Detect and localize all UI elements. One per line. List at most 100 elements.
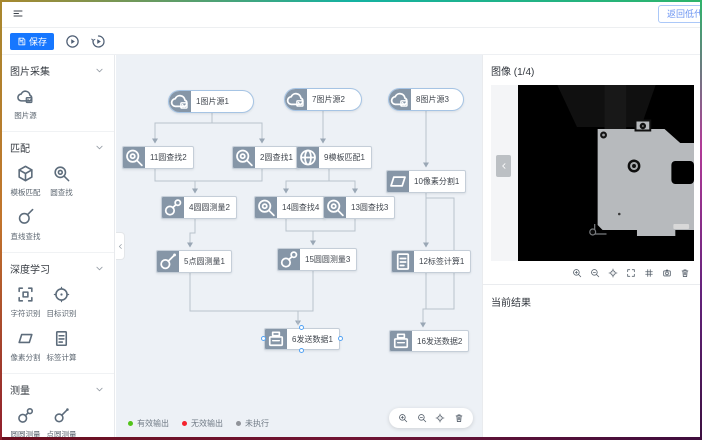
sidebar-section-header[interactable]: 测量 xyxy=(10,381,104,397)
image-toolbar xyxy=(483,261,702,285)
segment-icon xyxy=(16,329,35,348)
sidebar-item-label: 点圆测量 xyxy=(47,429,77,437)
circle-search-icon xyxy=(255,197,277,218)
cube-icon xyxy=(16,164,35,183)
circle-search-icon xyxy=(324,197,346,218)
selection-handle[interactable] xyxy=(338,336,343,341)
line-search-icon xyxy=(16,208,35,227)
flow-node[interactable]: 8图片源3 xyxy=(388,88,464,111)
toolbar: 保存 xyxy=(0,28,702,55)
node-label: 8图片源3 xyxy=(411,89,455,110)
zoom-in-icon[interactable] xyxy=(572,268,582,278)
chevron-left-icon xyxy=(117,243,124,250)
flow-node[interactable]: 2圆查找1 xyxy=(232,146,300,169)
sidebar-collapse-handle[interactable] xyxy=(116,232,125,260)
grid-icon[interactable] xyxy=(644,268,654,278)
flow-node[interactable]: 1图片源1 xyxy=(168,90,254,113)
zoom-out-icon[interactable] xyxy=(590,268,600,278)
run-button[interactable] xyxy=(65,34,80,49)
sidebar-item-label: 圆圆测量 xyxy=(11,429,41,437)
node-label: 4圆圆测量2 xyxy=(184,197,236,218)
flow-node[interactable]: 6发送数据1 xyxy=(264,328,340,350)
flow-canvas[interactable]: 1图片源1 7图片源2 8图片源3 11圆查找2 2圆查找1 9模板匹配1 10像素分割1 4… xyxy=(116,55,482,437)
flow-node[interactable]: 14圆查找4 xyxy=(254,196,326,219)
segment-icon xyxy=(387,171,409,192)
flow-node[interactable]: 16发送数据2 xyxy=(389,330,469,352)
image-nav-strip xyxy=(491,85,518,261)
save-icon xyxy=(17,37,26,46)
node-label: 1图片源1 xyxy=(191,91,235,112)
locate-icon[interactable] xyxy=(608,268,618,278)
sidebar-section: 测量圆圆测量点圆测量点点测量 xyxy=(0,374,114,437)
sidebar-item[interactable]: 标签计算 xyxy=(48,329,75,363)
sidebar-item-label: 直线查找 xyxy=(11,231,41,242)
sidebar-item[interactable]: 圆查找 xyxy=(48,164,75,198)
preview-image[interactable] xyxy=(518,85,694,261)
globe-icon xyxy=(297,147,319,168)
sidebar-item-label: 目标识别 xyxy=(47,308,77,319)
sidebar-section-title: 匹配 xyxy=(10,140,30,155)
sidebar-item[interactable]: 图片源 xyxy=(12,87,39,121)
locate-icon[interactable] xyxy=(435,413,445,423)
fullscreen-icon[interactable] xyxy=(626,268,636,278)
sidebar-item[interactable]: 像素分割 xyxy=(12,329,39,363)
flow-node[interactable]: 4圆圆测量2 xyxy=(161,196,237,219)
sidebar-item[interactable]: 目标识别 xyxy=(48,285,75,319)
flow-edges xyxy=(116,55,482,437)
legend-item: 无效输出 xyxy=(182,418,223,429)
back-to-lowcode-button[interactable]: 返回低代 xyxy=(658,5,702,23)
sidebar-item[interactable]: 圆圆测量 xyxy=(12,406,39,437)
zoom-out-icon[interactable] xyxy=(417,413,427,423)
trash-icon[interactable] xyxy=(454,413,464,423)
flow-node[interactable]: 15圆圆测量3 xyxy=(277,248,357,271)
snapshot-icon[interactable] xyxy=(662,268,672,278)
app-window: 返回低代 保存 图片采集图片源匹配模板匹配圆查找直线查找深度学习字符识别目标识别… xyxy=(0,0,702,440)
sidebar-item-label: 像素分割 xyxy=(11,352,41,363)
legend-label: 有效输出 xyxy=(137,418,169,429)
flow-node[interactable]: 9模板匹配1 xyxy=(296,146,372,169)
sidebar-item[interactable]: 字符识别 xyxy=(12,285,39,319)
flow-node[interactable]: 7图片源2 xyxy=(284,88,362,111)
zoom-in-icon[interactable] xyxy=(398,413,408,423)
node-label: 10像素分割1 xyxy=(409,171,465,192)
sidebar-section-header[interactable]: 图片采集 xyxy=(10,62,104,78)
node-label: 16发送数据2 xyxy=(412,331,468,351)
legend-item: 未执行 xyxy=(236,418,269,429)
trash-icon[interactable] xyxy=(680,268,690,278)
flow-node[interactable]: 11圆查找2 xyxy=(122,146,194,169)
legend-label: 无效输出 xyxy=(191,418,223,429)
step-run-button[interactable] xyxy=(91,34,106,49)
flow-node[interactable]: 10像素分割1 xyxy=(386,170,466,193)
menu-icon[interactable] xyxy=(12,8,24,20)
sidebar-item-label: 字符识别 xyxy=(11,308,41,319)
selection-handle[interactable] xyxy=(261,336,266,341)
node-label: 9模板匹配1 xyxy=(319,147,371,168)
sidebar-item-label: 圆查找 xyxy=(50,187,73,198)
node-label: 11圆查找2 xyxy=(145,147,193,168)
chevron-down-icon xyxy=(95,66,104,75)
selection-handle[interactable] xyxy=(299,348,304,353)
sidebar-section-title: 深度学习 xyxy=(10,261,50,276)
flow-node[interactable]: 12标签计算1 xyxy=(391,250,471,273)
node-label: 13圆查找3 xyxy=(346,197,394,218)
sidebar-item[interactable]: 模板匹配 xyxy=(12,164,39,198)
sidebar: 图片采集图片源匹配模板匹配圆查找直线查找深度学习字符识别目标识别像素分割标签计算… xyxy=(0,55,115,437)
save-button[interactable]: 保存 xyxy=(10,33,54,50)
chevron-down-icon xyxy=(95,264,104,273)
preview-panel: 图像 (1/4) xyxy=(482,55,702,437)
sidebar-item[interactable]: 点圆测量 xyxy=(48,406,75,437)
legend-item: 有效输出 xyxy=(128,418,169,429)
prev-image-button[interactable] xyxy=(496,155,511,177)
selection-handle[interactable] xyxy=(299,325,304,330)
sidebar-section-title: 测量 xyxy=(10,382,30,397)
flow-node[interactable]: 5点圆测量1 xyxy=(156,250,232,273)
sidebar-item[interactable]: 直线查找 xyxy=(12,208,39,242)
sidebar-section: 深度学习字符识别目标识别像素分割标签计算 xyxy=(0,253,114,374)
flow-node[interactable]: 13圆查找3 xyxy=(323,196,395,219)
circle-search-icon xyxy=(123,147,145,168)
sidebar-section-header[interactable]: 匹配 xyxy=(10,139,104,155)
sidebar-item-label: 图片源 xyxy=(14,110,37,121)
image-viewer xyxy=(491,85,694,261)
sidebar-section-header[interactable]: 深度学习 xyxy=(10,260,104,276)
send-icon xyxy=(390,331,412,351)
